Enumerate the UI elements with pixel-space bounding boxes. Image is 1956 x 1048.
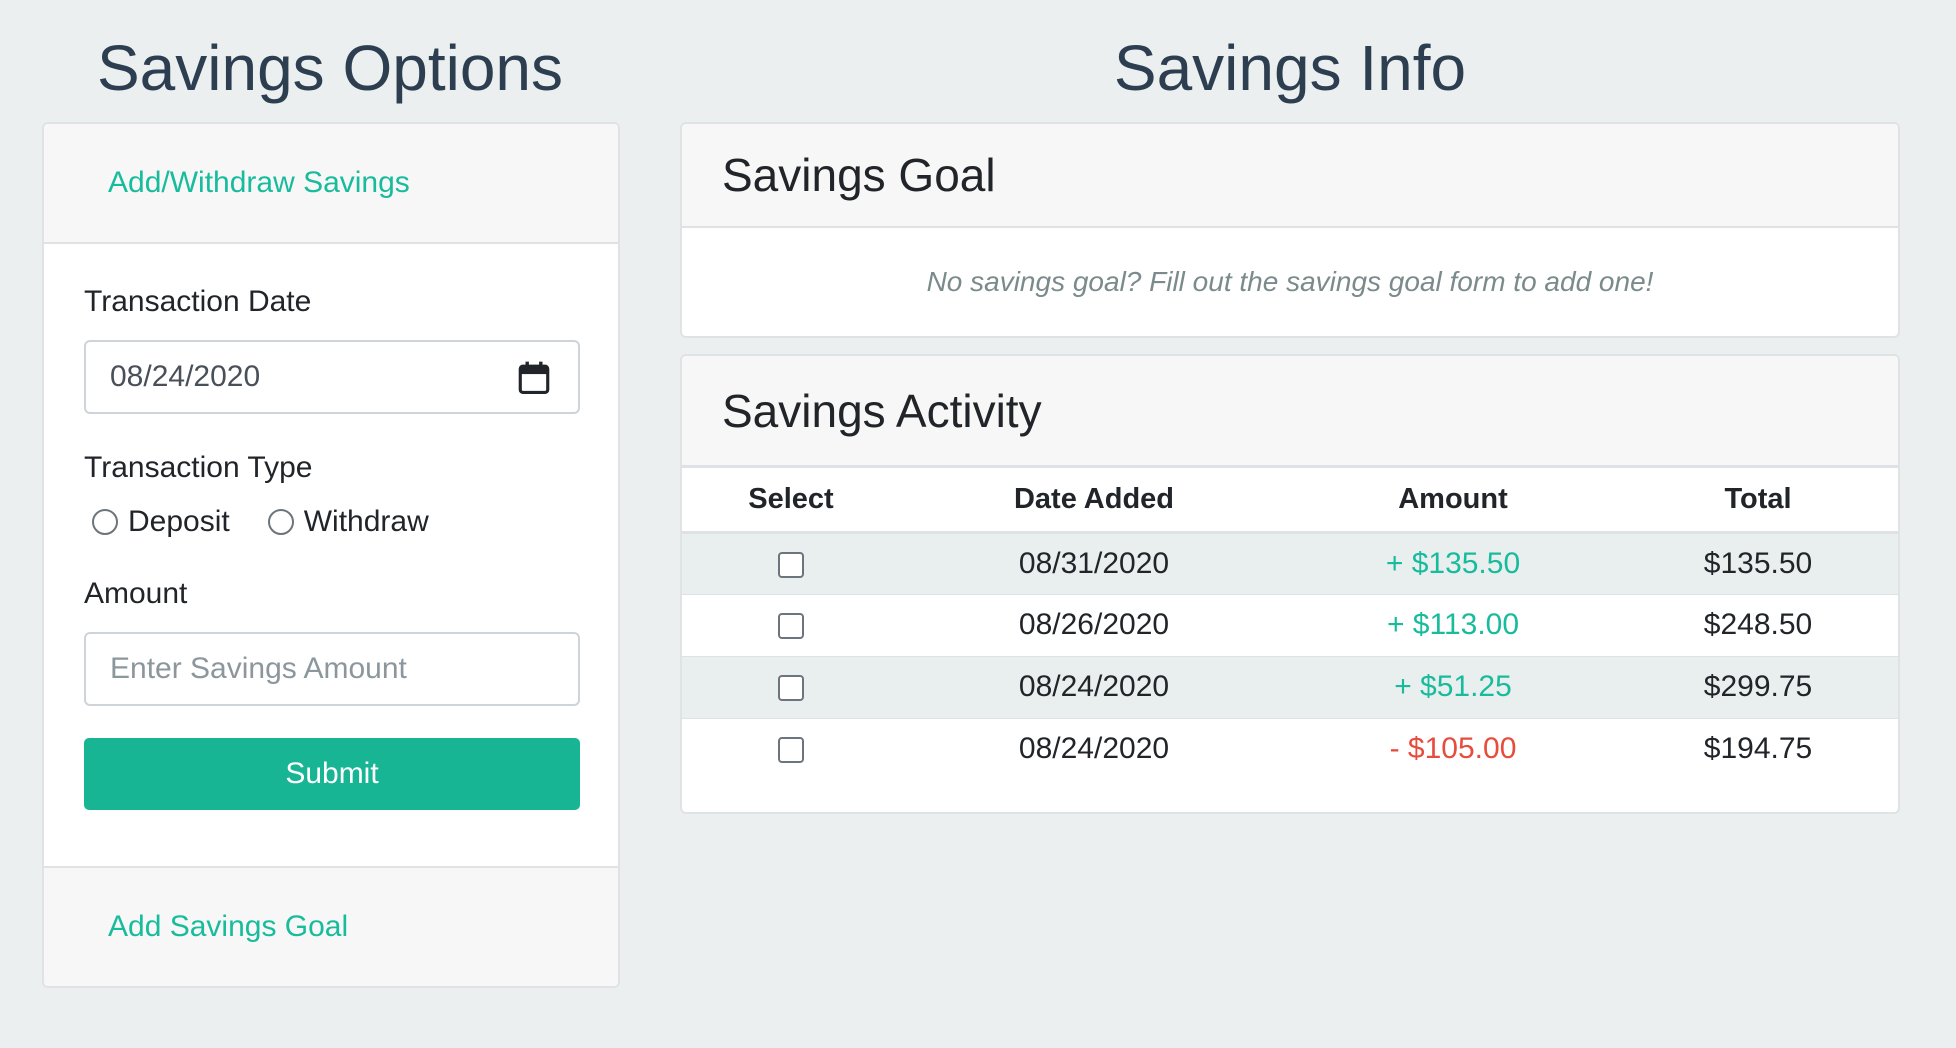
savings-goal-empty-message: No savings goal? Fill out the savings go…: [926, 266, 1654, 297]
table-row: 08/24/2020 - $105.00 $194.75: [682, 718, 1898, 780]
transaction-date-label: Transaction Date: [84, 285, 312, 318]
row-select-cell: [682, 656, 900, 719]
add-withdraw-savings-link[interactable]: Add/Withdraw Savings: [44, 124, 618, 244]
row-total: $194.75: [1703, 732, 1813, 766]
deposit-radio-circle[interactable]: [92, 509, 118, 535]
savings-goal-card: Savings Goal No savings goal? Fill out t…: [680, 122, 1900, 338]
savings-options-title: Savings Options: [96, 32, 564, 104]
row-select-cell: [682, 718, 900, 780]
row-amount: + $135.50: [1288, 532, 1618, 595]
row-date: 08/26/2020: [900, 594, 1288, 657]
row-date: 08/31/2020: [900, 532, 1288, 595]
withdraw-radio-label[interactable]: Withdraw: [304, 505, 429, 539]
savings-page: Savings Options Savings Info Add/Withdra…: [0, 0, 1956, 1048]
savings-activity-table: Select Date Added Amount Total 08/31/202…: [682, 468, 1898, 780]
transaction-date-value: 08/24/2020: [110, 360, 261, 393]
transaction-type-group: Deposit Withdraw: [84, 502, 578, 542]
row-checkbox[interactable]: [778, 551, 804, 578]
transaction-form: Transaction Date 08/24/2020 Transaction …: [84, 284, 580, 810]
deposit-radio[interactable]: Deposit: [84, 505, 230, 539]
table-row: 08/31/2020 + $135.50 $135.50: [682, 532, 1898, 595]
row-amount: - $105.00: [1389, 732, 1517, 766]
calendar-icon[interactable]: [518, 361, 550, 395]
row-select-cell: [682, 532, 900, 595]
withdraw-radio[interactable]: Withdraw: [260, 505, 429, 539]
row-total: $135.50: [1618, 532, 1898, 595]
amount-label: Amount: [84, 577, 188, 610]
row-checkbox[interactable]: [778, 737, 804, 764]
deposit-radio-label[interactable]: Deposit: [128, 505, 230, 539]
amount-placeholder: Enter Savings Amount: [110, 652, 407, 685]
transaction-date-input[interactable]: 08/24/2020: [84, 340, 580, 414]
column-header-total: Total: [1618, 468, 1898, 534]
withdraw-radio-circle[interactable]: [267, 509, 294, 535]
column-header-amount: Amount: [1288, 468, 1618, 534]
row-checkbox[interactable]: [778, 675, 804, 702]
table-row: 08/26/2020 + $113.00 $248.50: [682, 594, 1898, 657]
transaction-type-label: Transaction Type: [84, 451, 313, 484]
add-savings-goal-link[interactable]: Add Savings Goal: [44, 866, 618, 986]
table-header-row: Select Date Added Amount Total: [682, 468, 1898, 534]
amount-input[interactable]: Enter Savings Amount: [84, 632, 580, 706]
row-checkbox[interactable]: [778, 613, 804, 640]
savings-options-card: Add/Withdraw Savings Transaction Date 08…: [42, 122, 620, 988]
savings-activity-card: Savings Activity Select Date Added Amoun…: [680, 354, 1900, 814]
table-row: 08/24/2020 + $51.25 $299.75: [682, 656, 1898, 719]
row-date: 08/24/2020: [1018, 732, 1170, 766]
savings-activity-header: Savings Activity: [682, 356, 1898, 468]
submit-button[interactable]: Submit: [84, 738, 580, 810]
savings-goal-header: Savings Goal: [682, 124, 1898, 228]
savings-info-title: Savings Info: [1113, 32, 1467, 104]
row-date: 08/24/2020: [900, 656, 1288, 719]
row-amount: + $51.25: [1288, 656, 1618, 719]
row-amount: + $113.00: [1288, 594, 1618, 657]
column-header-select: Select: [682, 468, 900, 534]
row-select-cell: [682, 594, 900, 657]
column-header-date-added: Date Added: [900, 468, 1288, 534]
row-total: $299.75: [1618, 656, 1898, 719]
row-total: $248.50: [1618, 594, 1898, 657]
